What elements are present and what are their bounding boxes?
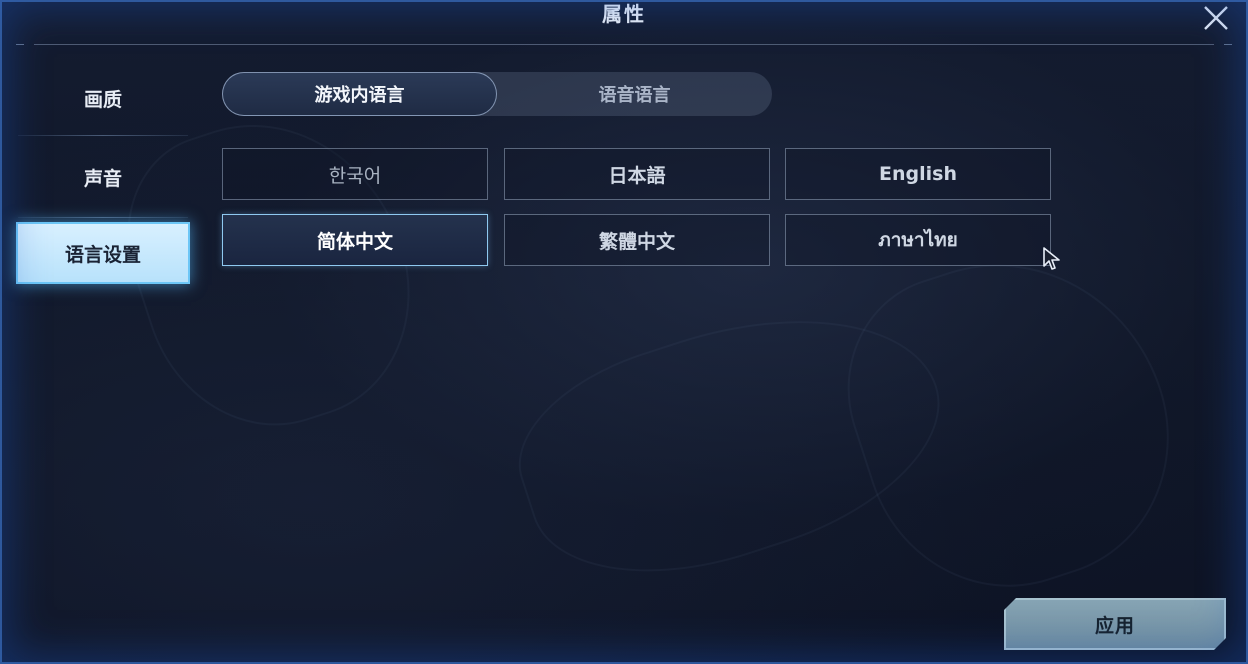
sidebar-item-label: 声音 bbox=[83, 167, 122, 190]
sidebar: 画质 声音 语言设置 bbox=[18, 60, 190, 282]
apply-button[interactable]: 应用 bbox=[1004, 598, 1226, 650]
tab-voice-language[interactable]: 语音语言 bbox=[497, 72, 772, 116]
sidebar-divider bbox=[18, 217, 188, 218]
header-divider-left bbox=[16, 44, 24, 45]
sidebar-item-label: 语言设置 bbox=[64, 243, 141, 266]
language-option-thai[interactable]: ภาษาไทย bbox=[785, 214, 1051, 266]
close-icon[interactable] bbox=[1202, 4, 1230, 32]
language-option-simplified-chinese[interactable]: 简体中文 bbox=[222, 214, 488, 266]
mouse-cursor-icon bbox=[1042, 246, 1062, 272]
sidebar-item-label: 画质 bbox=[83, 88, 122, 111]
settings-dialog: 属性 画质 声音 语言设置 游戏内语言 语音语言 한국어 日本語 English… bbox=[0, 0, 1248, 664]
sidebar-item-graphics[interactable]: 画质 bbox=[18, 60, 188, 136]
dialog-title: 属性 bbox=[602, 2, 646, 26]
language-option-japanese[interactable]: 日本語 bbox=[504, 148, 770, 200]
header-divider-right bbox=[1224, 44, 1232, 45]
language-option-traditional-chinese[interactable]: 繁體中文 bbox=[504, 214, 770, 266]
tab-game-language[interactable]: 游戏内语言 bbox=[222, 72, 497, 116]
language-type-tabs: 游戏内语言 语音语言 bbox=[222, 72, 772, 116]
background-art bbox=[817, 220, 1207, 624]
sidebar-item-language[interactable]: 语言设置 bbox=[18, 224, 188, 282]
header-divider bbox=[34, 44, 1214, 45]
sidebar-item-sound[interactable]: 声音 bbox=[18, 136, 188, 218]
language-option-korean[interactable]: 한국어 bbox=[222, 148, 488, 200]
language-option-english[interactable]: English bbox=[785, 148, 1051, 200]
